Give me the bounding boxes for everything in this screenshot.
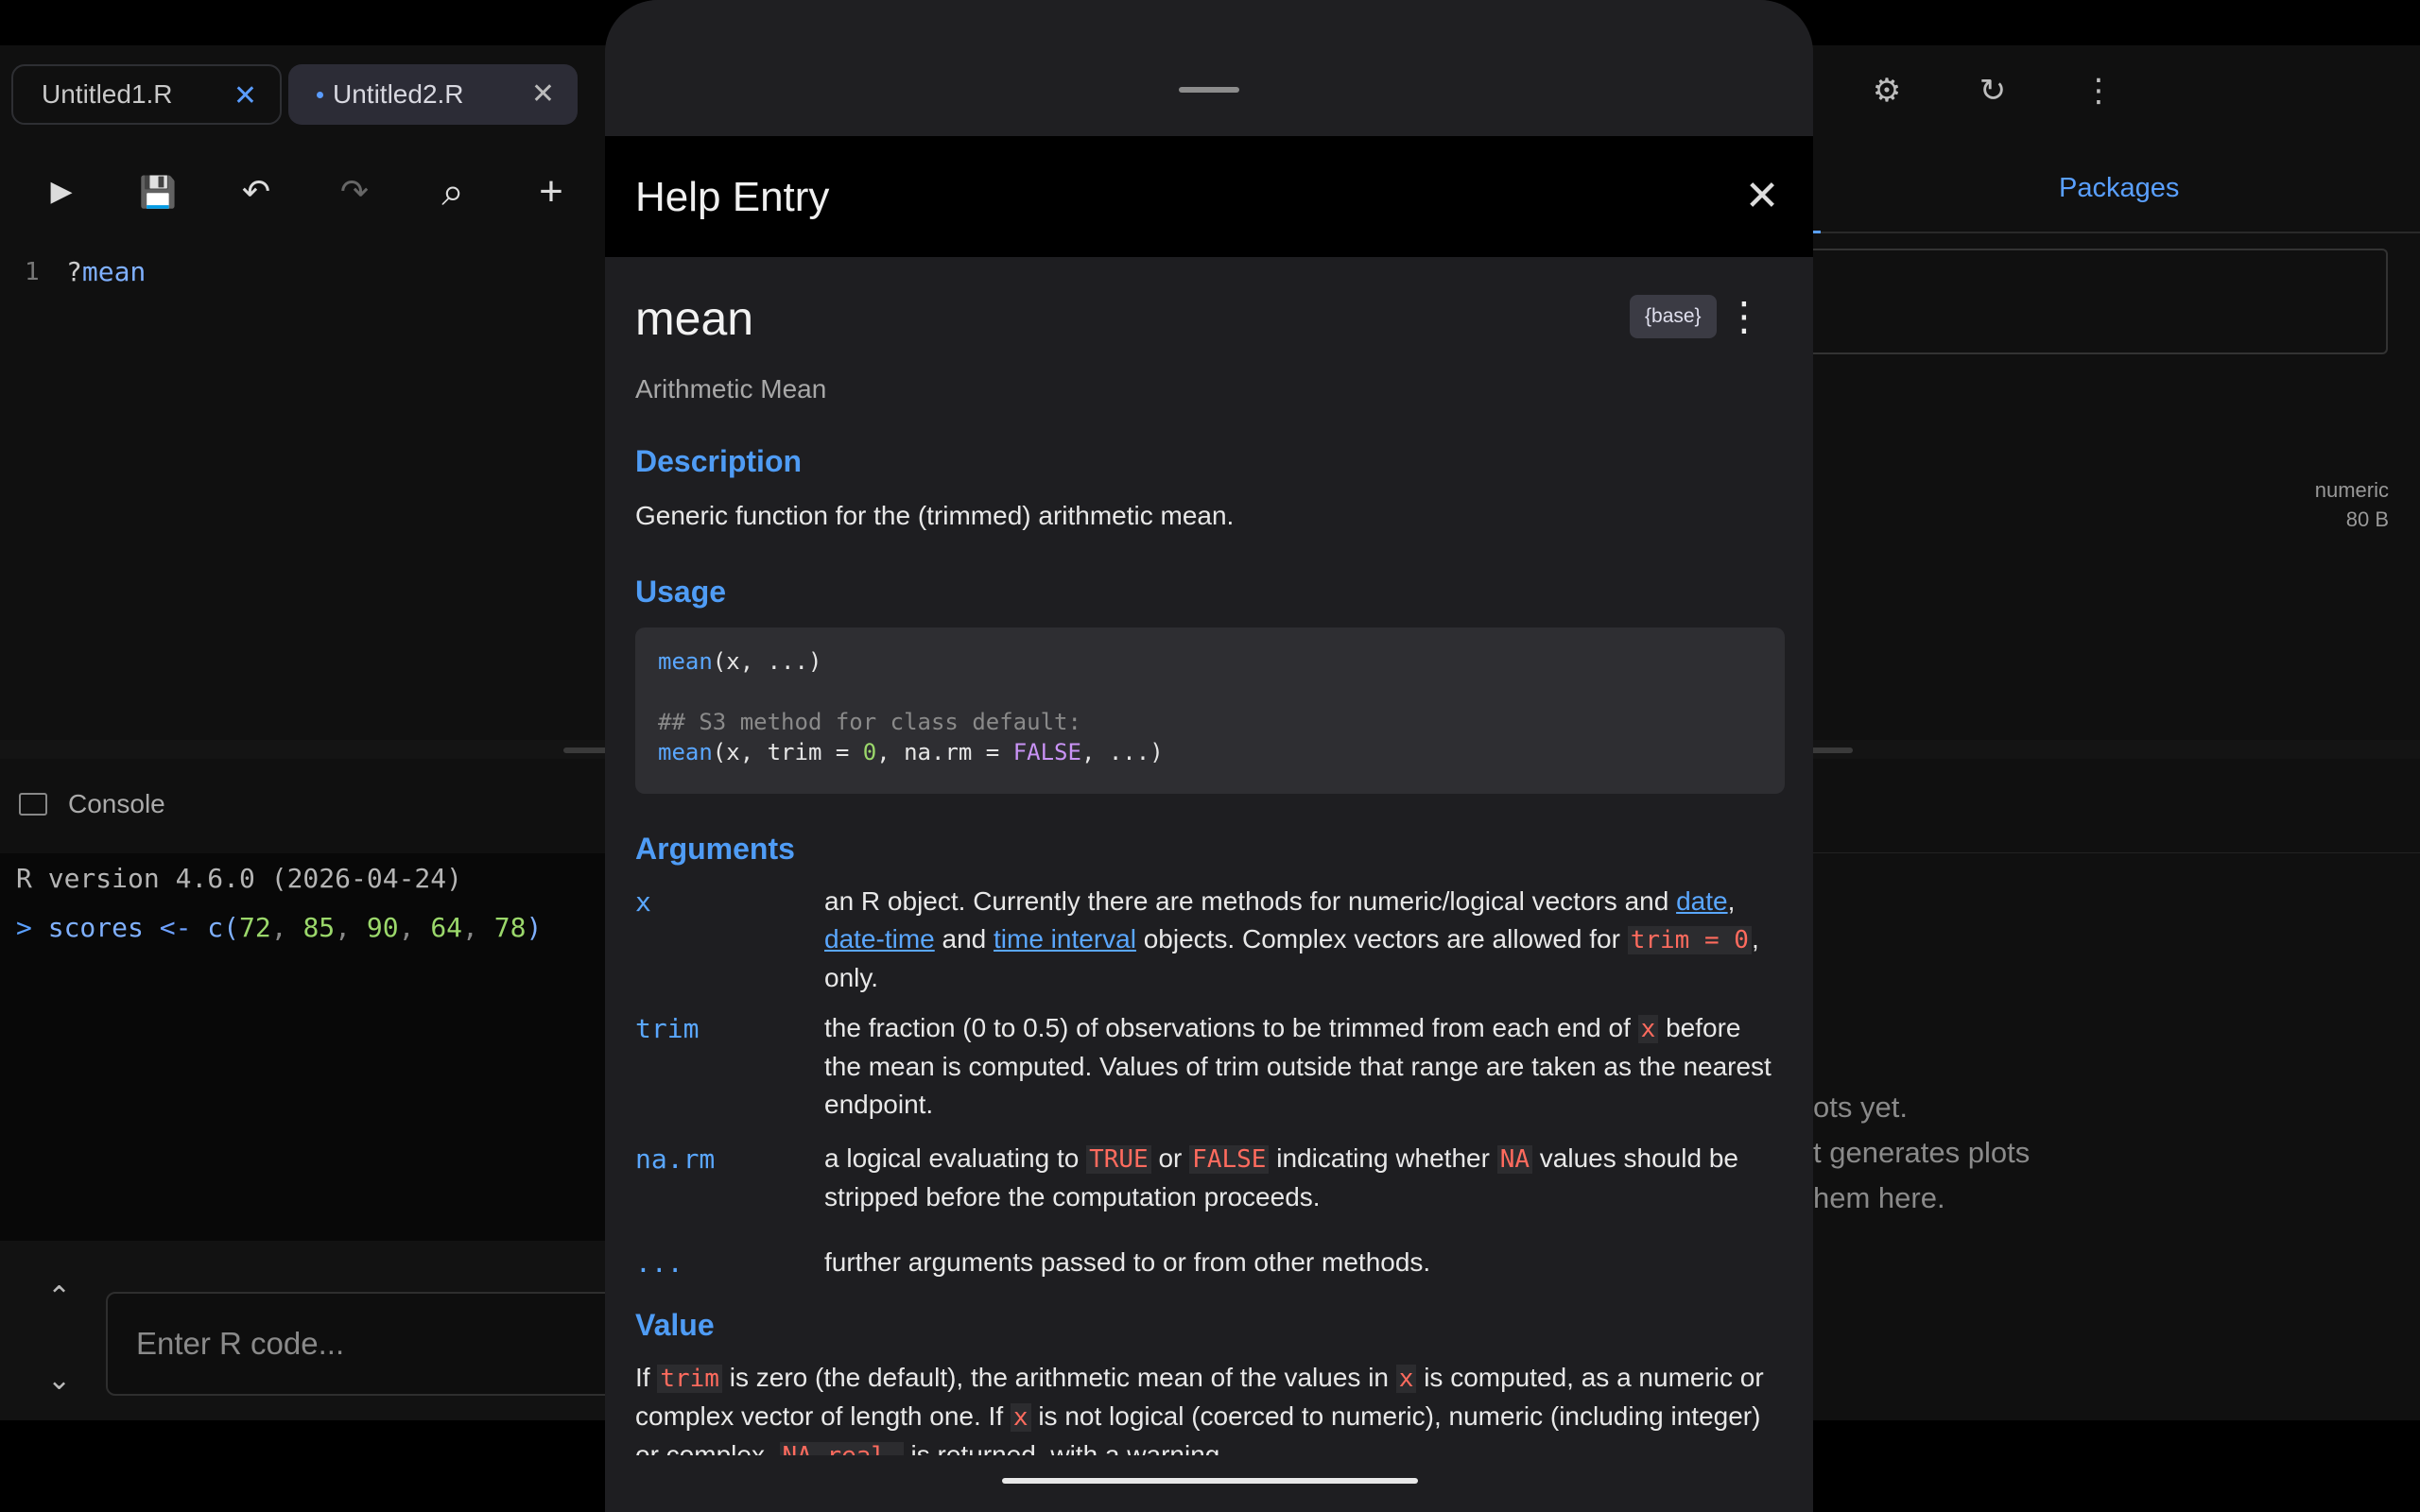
- section-heading-value: Value: [635, 1308, 715, 1342]
- line-number: 1: [25, 258, 40, 286]
- close-icon[interactable]: ✕: [1741, 176, 1783, 217]
- inline-code: trim = 0: [1627, 926, 1752, 954]
- console-line: R version 4.6.0 (2026-04-24): [16, 863, 463, 894]
- home-indicator[interactable]: [1002, 1478, 1418, 1484]
- section-heading-arguments: Arguments: [635, 832, 795, 866]
- inline-code: x: [1637, 1015, 1659, 1043]
- package-badge: {base}: [1630, 295, 1717, 338]
- sheet-header: Help Entry ✕: [605, 136, 1813, 257]
- section-heading-description: Description: [635, 444, 803, 478]
- help-bottom-sheet: Help Entry ✕ mean {base} ⋮ Arithmetic Me…: [605, 0, 1813, 1512]
- console-header: Console: [0, 759, 605, 854]
- plots-empty-text: t generates plots: [1813, 1136, 2031, 1169]
- plots-empty-text: ots yet.: [1813, 1091, 1908, 1124]
- terminal-icon: [19, 793, 47, 816]
- history-up-icon[interactable]: ⌃: [47, 1280, 71, 1314]
- tab-untitled2[interactable]: Untitled2.R ✕: [288, 64, 578, 125]
- plots-empty-text: hem here.: [1813, 1181, 1945, 1214]
- function-name: mean: [635, 292, 754, 345]
- run-icon[interactable]: ▶: [39, 169, 84, 215]
- plots-header: [1813, 759, 2420, 853]
- tab-label: Untitled2.R: [333, 79, 464, 109]
- sheet-title: Help Entry: [635, 174, 830, 220]
- description-text: Generic function for the (trimmed) arith…: [635, 501, 1235, 530]
- help-content[interactable]: mean {base} ⋮ Arithmetic Mean Descriptio…: [635, 257, 1785, 1455]
- more-vert-icon[interactable]: ⋮: [1724, 293, 1764, 340]
- close-icon[interactable]: ✕: [531, 77, 555, 112]
- code-identifier: mean: [81, 256, 147, 287]
- console-prompt: >: [16, 912, 32, 943]
- search-icon[interactable]: ⌕: [430, 169, 475, 215]
- history-down-icon[interactable]: ⌄: [47, 1364, 71, 1397]
- sheet-grabber-area[interactable]: [605, 0, 1813, 136]
- console-input-bar: ⌃ ⌄ Enter R code...: [0, 1241, 635, 1420]
- argument-name: trim: [635, 1013, 700, 1044]
- settings-icon[interactable]: ⚙: [1868, 72, 1906, 110]
- r-code-input[interactable]: Enter R code...: [106, 1292, 635, 1396]
- value-text: If trim is zero (the default), the arith…: [635, 1359, 1785, 1455]
- redo-icon[interactable]: ↷: [332, 169, 377, 215]
- inline-code: trim: [657, 1365, 722, 1393]
- function-title: Arithmetic Mean: [635, 374, 827, 404]
- environment-search-input[interactable]: [1813, 249, 2388, 354]
- console-line: > scores <- c(72, 85, 90, 64, 78): [16, 912, 543, 943]
- inline-code: TRUE: [1086, 1145, 1151, 1174]
- inline-code: FALSE: [1189, 1145, 1270, 1174]
- variable-type: numeric: [2314, 478, 2389, 502]
- tab-packages[interactable]: Packages: [1813, 145, 2420, 233]
- drag-handle[interactable]: [1179, 87, 1239, 93]
- plots-pane: [1813, 759, 2420, 1420]
- tab-label: Packages: [2059, 173, 2180, 203]
- argument-name: ...: [635, 1247, 683, 1279]
- argument-name: x: [635, 886, 651, 918]
- console-output: R version 4.6.0 (2026-04-24) > scores <-…: [0, 853, 605, 1241]
- refresh-icon[interactable]: ↻: [1974, 72, 2012, 110]
- save-icon[interactable]: 💾: [135, 169, 181, 215]
- argument-description: a logical evaluating to TRUE or FALSE in…: [824, 1143, 1738, 1211]
- link-time-interval[interactable]: time interval: [994, 924, 1136, 954]
- inline-code: NA_real_: [779, 1442, 904, 1455]
- argument-description: further arguments passed to or from othe…: [824, 1247, 1431, 1277]
- editor-toolbar: ▶ 💾 ↶ ↷ ⌕ +: [0, 145, 605, 239]
- usage-code-block: mean(x, ...) ## S3 method for class defa…: [635, 627, 1785, 794]
- more-vert-icon[interactable]: ⋮: [2080, 72, 2118, 110]
- inline-code: NA: [1496, 1145, 1533, 1174]
- inline-code: x: [1395, 1365, 1417, 1393]
- environment-pane: [1813, 145, 2420, 740]
- tab-label: Untitled1.R: [42, 79, 173, 109]
- section-heading-usage: Usage: [635, 575, 727, 609]
- variable-size: 80 B: [2345, 507, 2389, 531]
- unsaved-dot-icon: [317, 91, 323, 98]
- link-date[interactable]: date: [1676, 886, 1728, 916]
- argument-description: the fraction (0 to 0.5) of observations …: [824, 1013, 1772, 1119]
- link-date-time[interactable]: date-time: [824, 924, 935, 954]
- undo-icon[interactable]: ↶: [233, 169, 279, 215]
- tab-untitled1[interactable]: Untitled1.R ✕: [11, 64, 282, 125]
- help-operator: ?: [66, 256, 82, 287]
- add-icon[interactable]: +: [528, 169, 574, 215]
- code-line: ?mean: [66, 256, 146, 287]
- close-icon[interactable]: ✕: [233, 79, 257, 113]
- code-editor[interactable]: 1 ?mean: [0, 239, 605, 740]
- argument-description: an R object. Currently there are methods…: [824, 886, 1759, 992]
- console-title: Console: [68, 789, 165, 818]
- inline-code: x: [1010, 1403, 1031, 1432]
- tab-indicator: [1813, 231, 1821, 233]
- argument-name: na.rm: [635, 1143, 716, 1175]
